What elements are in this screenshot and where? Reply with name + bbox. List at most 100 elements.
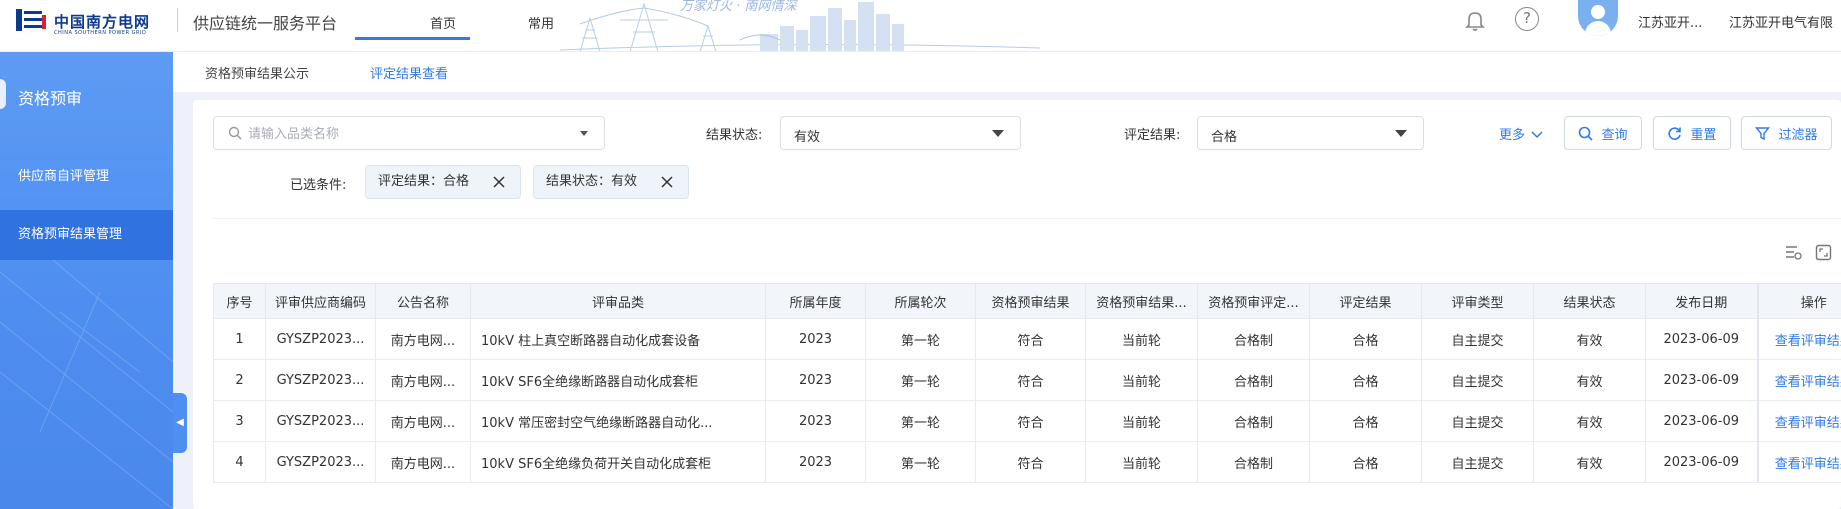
result-label: 评定结果:: [1124, 128, 1181, 143]
table-cell-supplier-code: GYSZP2023...: [265, 359, 376, 401]
column-header-eval-result: 评定结果: [1309, 283, 1422, 319]
table-cell-prequal-result-2: 当前轮: [1085, 400, 1198, 442]
selected-conditions-label: 已选条件:: [290, 178, 347, 193]
table-row: 3 GYSZP2023... 南方电网... 10kV 常压密封空气绝缘断路器自动化.…: [213, 400, 1841, 442]
sidebar-item-prequal-results[interactable]: 资格预审结果管理: [0, 210, 173, 260]
table-cell-prequal-eval: 合格制: [1197, 359, 1310, 401]
header-divider: [177, 8, 178, 32]
table-row: 2 GYSZP2023... 南方电网... 10kV SF6全绝缘断路器自动化成套柜…: [213, 359, 1841, 401]
table-cell-publish-date: 2023-06-09: [1645, 441, 1758, 483]
top-header: 中国南方电网 CHINA SOUTHERN POWER GRID 供应链统一服务…: [0, 0, 1841, 52]
table-cell-prequal-result-2: 当前轮: [1085, 359, 1198, 401]
company-name[interactable]: 江苏亚开电气有限: [1729, 12, 1841, 31]
csg-logo-icon: [16, 9, 46, 31]
table-cell-round: 第一轮: [865, 400, 976, 442]
avatar-icon[interactable]: [1578, 0, 1618, 36]
close-icon[interactable]: [660, 175, 674, 189]
query-label: 查询: [1601, 127, 1628, 143]
bell-icon[interactable]: [1463, 8, 1487, 32]
table-cell-category: 10kV SF6全绝缘负荷开关自动化成套柜: [470, 441, 766, 483]
tabs-bar: 资格预审结果公示 评定结果查看: [173, 52, 1841, 92]
table-cell-prequal-result: 符合: [975, 318, 1086, 360]
column-header-round: 所属轮次: [865, 283, 976, 319]
table-cell-notice-name: 南方电网...: [375, 400, 471, 442]
table-cell-notice-name: 南方电网...: [375, 441, 471, 483]
table-cell-prequal-eval: 合格制: [1197, 441, 1310, 483]
query-button[interactable]: 查询: [1564, 116, 1642, 150]
table-cell-round: 第一轮: [865, 441, 976, 483]
table-cell-round: 第一轮: [865, 359, 976, 401]
reset-button[interactable]: 重置: [1653, 116, 1731, 150]
table-cell-year: 2023: [765, 359, 866, 401]
condition-chip-status: 结果状态：有效: [533, 165, 689, 199]
result-select[interactable]: 合格: [1197, 116, 1424, 150]
nav-home[interactable]: 首页: [430, 13, 456, 32]
table-cell-result-status: 有效: [1533, 318, 1646, 360]
fullscreen-icon[interactable]: [1815, 244, 1832, 261]
column-header-year: 所属年度: [765, 283, 866, 319]
table-cell-year: 2023: [765, 400, 866, 442]
brand-logo[interactable]: 中国南方电网 CHINA SOUTHERN POWER GRID: [14, 5, 149, 36]
table-cell-prequal-result-2: 当前轮: [1085, 441, 1198, 483]
view-result-link[interactable]: 查看评审结果: [1756, 318, 1841, 360]
table-body: 1 GYSZP2023... 南方电网... 10kV 柱上真空断路器自动化成套设备 2…: [213, 318, 1841, 483]
table-cell-prequal-result-2: 当前轮: [1085, 318, 1198, 360]
column-header-publish-date: 发布日期: [1645, 283, 1758, 319]
table-cell-prequal-result: 符合: [975, 359, 1086, 401]
filter-label: 过滤器: [1778, 127, 1818, 143]
table-cell-index: 3: [213, 400, 266, 442]
banner-illustration: 万家灯火 · 南网情深: [560, 0, 1040, 51]
table-cell-eval-result: 合格: [1309, 400, 1422, 442]
sidebar: 资格预审 供应商自评管理 资格预审结果管理: [0, 52, 173, 509]
column-header-result-status: 结果状态: [1533, 283, 1646, 319]
column-header-prequal-eval: 资格预审评定...: [1197, 283, 1310, 319]
chevron-down-icon: [992, 130, 1004, 137]
column-header-category: 评审品类: [470, 283, 766, 319]
filter-button[interactable]: 过滤器: [1741, 116, 1832, 150]
column-settings-icon[interactable]: [1785, 244, 1802, 261]
search-input[interactable]: [248, 123, 568, 145]
tab-evaluation-results[interactable]: 评定结果查看: [370, 63, 448, 82]
sidebar-section: 资格预审: [0, 73, 173, 121]
table-cell-supplier-code: GYSZP2023...: [265, 318, 376, 360]
chevron-down-icon: [1395, 130, 1407, 137]
table-cell-round: 第一轮: [865, 318, 976, 360]
search-icon: [1579, 126, 1594, 141]
chip-text: 评定结果：合格: [378, 174, 470, 189]
collapse-sidebar-button[interactable]: ◀: [173, 393, 187, 453]
table-cell-review-type: 自主提交: [1421, 359, 1534, 401]
table-header-row: 序号 评审供应商编码 公告名称 评审品类 所属年度 所属轮次 资格预审结果 资格预审结果...…: [213, 283, 1841, 319]
table-cell-publish-date: 2023-06-09: [1645, 400, 1758, 442]
tab-prequal-publicity[interactable]: 资格预审结果公示: [205, 63, 309, 82]
banner-slogan: 万家灯火 · 南网情深: [680, 0, 798, 14]
status-select[interactable]: 有效: [780, 116, 1021, 150]
table-row: 1 GYSZP2023... 南方电网... 10kV 柱上真空断路器自动化成套设备 2…: [213, 318, 1841, 360]
close-icon[interactable]: [492, 175, 506, 189]
table-cell-supplier-code: GYSZP2023...: [265, 441, 376, 483]
table-cell-prequal-eval: 合格制: [1197, 318, 1310, 360]
user-name-short[interactable]: 江苏亚开...: [1638, 12, 1702, 31]
view-result-link[interactable]: 查看评审结果: [1756, 400, 1841, 442]
help-icon[interactable]: ?: [1515, 7, 1539, 31]
more-filters-link[interactable]: 更多: [1499, 124, 1543, 143]
table-cell-result-status: 有效: [1533, 441, 1646, 483]
nav-common[interactable]: 常用: [528, 13, 554, 32]
table-cell-category: 10kV 常压密封空气绝缘断路器自动化...: [470, 400, 766, 442]
table-cell-prequal-result: 符合: [975, 400, 1086, 442]
status-label: 结果状态:: [706, 128, 763, 143]
table-cell-result-status: 有效: [1533, 400, 1646, 442]
column-header-actions: 操作: [1756, 283, 1841, 319]
table-cell-year: 2023: [765, 318, 866, 360]
section-marker: [0, 79, 6, 109]
view-result-link[interactable]: 查看评审结果: [1756, 441, 1841, 483]
table-cell-category: 10kV 柱上真空断路器自动化成套设备: [470, 318, 766, 360]
column-header-review-type: 评审类型: [1421, 283, 1534, 319]
category-search[interactable]: [213, 116, 605, 150]
view-result-link[interactable]: 查看评审结果: [1756, 359, 1841, 401]
results-table: 序号 评审供应商编码 公告名称 评审品类 所属年度 所属轮次 资格预审结果 资格预审结果...…: [213, 283, 1841, 483]
table-cell-prequal-eval: 合格制: [1197, 400, 1310, 442]
chevron-down-icon[interactable]: [580, 131, 588, 136]
table-cell-year: 2023: [765, 441, 866, 483]
table-cell-index: 1: [213, 318, 266, 360]
sidebar-item-supplier-self-eval[interactable]: 供应商自评管理: [0, 152, 173, 202]
